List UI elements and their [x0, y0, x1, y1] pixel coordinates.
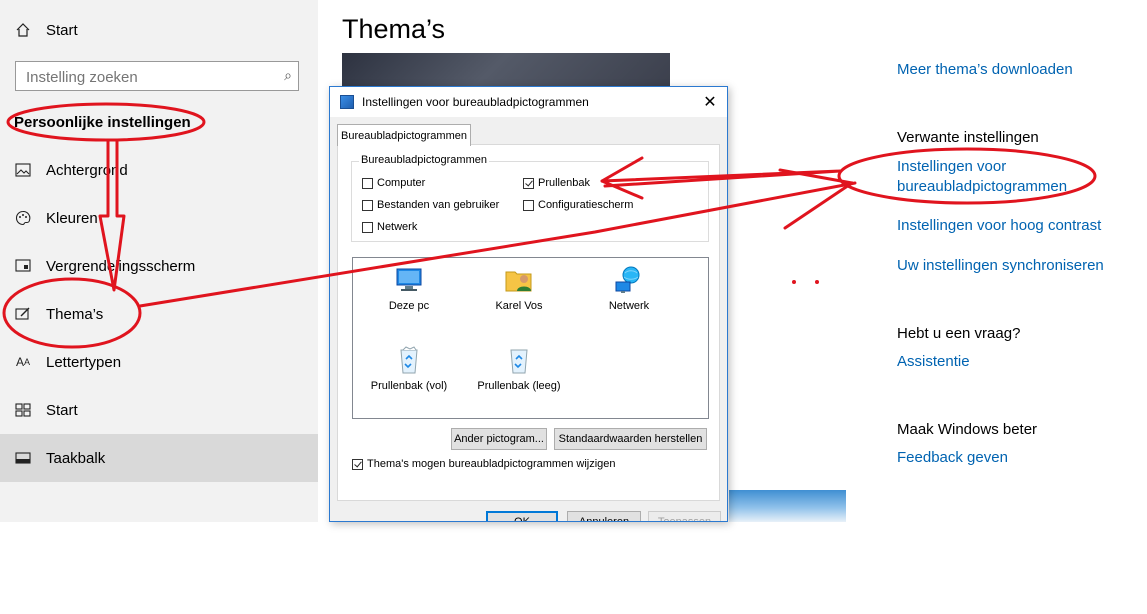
question-heading: Hebt u een vraag? — [897, 325, 1021, 342]
search-input[interactable] — [16, 62, 278, 92]
sidebar-home-label: Start — [46, 21, 78, 39]
sidebar-item-colors[interactable]: Kleuren — [0, 194, 318, 242]
icon-label: Karel Vos — [495, 300, 543, 312]
desktop-icon-list: Deze pc Karel Vos Netwerk Prullenbak (vo… — [352, 257, 709, 419]
checkbox-control-panel[interactable]: Configuratiescherm — [523, 199, 633, 211]
high-contrast-link[interactable]: Instellingen voor hoog contrast — [897, 217, 1101, 234]
sidebar-item-lockscreen[interactable]: Vergrendelingsscherm — [0, 242, 318, 290]
feedback-link[interactable]: Feedback geven — [897, 449, 1008, 466]
image-icon — [14, 161, 32, 179]
checkbox-label: Configuratiescherm — [538, 199, 634, 211]
computer-icon — [393, 264, 425, 296]
page-title: Thema’s — [342, 14, 446, 44]
sidebar-item-label: Achtergrond — [46, 161, 128, 179]
checkbox-label: Prullenbak — [538, 177, 590, 189]
desktop-icon-settings-link[interactable]: Instellingen voor bureaubladpictogrammen — [897, 157, 1067, 197]
recycle-bin-full-icon — [393, 344, 425, 376]
palette-icon — [14, 209, 32, 227]
sync-settings-link[interactable]: Uw instellingen synchroniseren — [897, 257, 1104, 274]
apply-button[interactable]: Toepassen — [648, 511, 721, 521]
icon-network[interactable]: Netwerk — [581, 264, 677, 312]
checkbox-user-files[interactable]: Bestanden van gebruiker — [362, 199, 499, 211]
sidebar-item-label: Thema’s — [46, 305, 104, 323]
desktop-icons-group: Bureaubladpictogrammen Computer Prullenb… — [351, 154, 709, 242]
icon-label: Prullenbak (leeg) — [477, 380, 561, 392]
checkbox-label: Thema's mogen bureaubladpictogrammen wij… — [367, 458, 616, 470]
checkbox-label: Netwerk — [377, 221, 418, 233]
checkbox-computer-box[interactable] — [362, 177, 373, 189]
cancel-button[interactable]: Annuleren — [567, 511, 641, 521]
dialog-titlebar[interactable]: Instellingen voor bureaubladpictogrammen… — [330, 87, 727, 117]
network-icon — [613, 264, 645, 296]
sidebar-item-start[interactable]: Start — [0, 386, 318, 434]
icon-recycle-bin-empty[interactable]: Prullenbak (leeg) — [471, 344, 567, 392]
icon-label: Netwerk — [608, 300, 650, 312]
icon-recycle-bin-full[interactable]: Prullenbak (vol) — [361, 344, 457, 392]
group-label: Bureaubladpictogrammen — [359, 154, 489, 166]
improve-windows-heading: Maak Windows beter — [897, 421, 1038, 438]
sidebar-item-background[interactable]: Achtergrond — [0, 146, 318, 194]
taskbar-icon — [14, 449, 32, 467]
tab-panel: Bureaubladpictogrammen Computer Prullenb… — [337, 144, 720, 501]
checkbox-recycle-bin[interactable]: Prullenbak — [523, 177, 590, 189]
sidebar-home[interactable]: Start — [0, 6, 318, 54]
start-icon — [14, 401, 32, 419]
icon-user-folder[interactable]: Karel Vos — [471, 264, 567, 312]
sidebar-item-taskbar[interactable]: Taakbalk — [0, 434, 318, 482]
more-themes-link[interactable]: Meer thema’s downloaden — [897, 61, 1073, 78]
tab-desktop-icons[interactable]: Bureaubladpictogrammen — [337, 124, 471, 146]
assistance-link[interactable]: Assistentie — [897, 353, 970, 370]
checkbox-recycle-bin-box[interactable] — [523, 177, 534, 189]
settings-search[interactable]: ⌕ — [15, 61, 299, 92]
restore-default-button[interactable]: Standaardwaarden herstellen — [554, 428, 707, 450]
dialog-app-icon — [340, 95, 354, 109]
search-icon[interactable]: ⌕ — [284, 67, 292, 84]
checkbox-allow-themes-box[interactable] — [352, 458, 363, 470]
sidebar-item-label: Start — [46, 401, 78, 419]
checkbox-control-panel-box[interactable] — [523, 199, 534, 211]
sidebar-item-themes[interactable]: Thema’s — [0, 290, 318, 338]
checkbox-network-box[interactable] — [362, 221, 373, 233]
fonts-icon: AA — [15, 355, 31, 369]
ok-button[interactable]: OK — [486, 511, 558, 521]
sidebar-item-label: Vergrendelingsscherm — [46, 257, 196, 275]
checkbox-label: Computer — [377, 177, 426, 189]
home-icon — [14, 21, 32, 39]
icon-this-pc[interactable]: Deze pc — [361, 264, 457, 312]
desktop-icon-settings-dialog: Instellingen voor bureaubladpictogrammen… — [329, 86, 728, 522]
icon-label: Deze pc — [388, 300, 430, 312]
sidebar-item-label: Taakbalk — [46, 449, 106, 467]
settings-sidebar: Start ⌕ Persoonlijke instellingen Achter… — [0, 0, 318, 522]
related-settings-heading: Verwante instellingen — [897, 129, 1039, 146]
theme-thumbnail-sky[interactable] — [729, 490, 846, 522]
lockscreen-icon — [14, 257, 32, 275]
sidebar-item-label: Kleuren — [46, 209, 98, 227]
recycle-bin-empty-icon — [503, 344, 535, 376]
sidebar-item-fonts[interactable]: AA Lettertypen — [0, 338, 318, 386]
sidebar-section-title: Persoonlijke instellingen — [14, 114, 191, 131]
dialog-title: Instellingen voor bureaubladpictogrammen — [362, 95, 589, 109]
themes-icon — [14, 305, 32, 323]
icon-label: Prullenbak (vol) — [370, 380, 448, 392]
close-icon[interactable]: ✕ — [699, 91, 721, 113]
desktop-icon-settings-link-line1: Instellingen voor — [897, 158, 1007, 175]
sidebar-item-label: Lettertypen — [46, 353, 122, 371]
checkbox-user-files-box[interactable] — [362, 199, 373, 211]
checkbox-allow-themes[interactable]: Thema's mogen bureaubladpictogrammen wij… — [352, 458, 616, 470]
desktop-icon-settings-link-line2: bureaubladpictogrammen — [897, 178, 1068, 195]
checkbox-network[interactable]: Netwerk — [362, 221, 417, 233]
user-folder-icon — [503, 264, 535, 296]
checkbox-label: Bestanden van gebruiker — [377, 199, 500, 211]
checkbox-computer[interactable]: Computer — [362, 177, 425, 189]
change-icon-button[interactable]: Ander pictogram... — [451, 428, 547, 450]
